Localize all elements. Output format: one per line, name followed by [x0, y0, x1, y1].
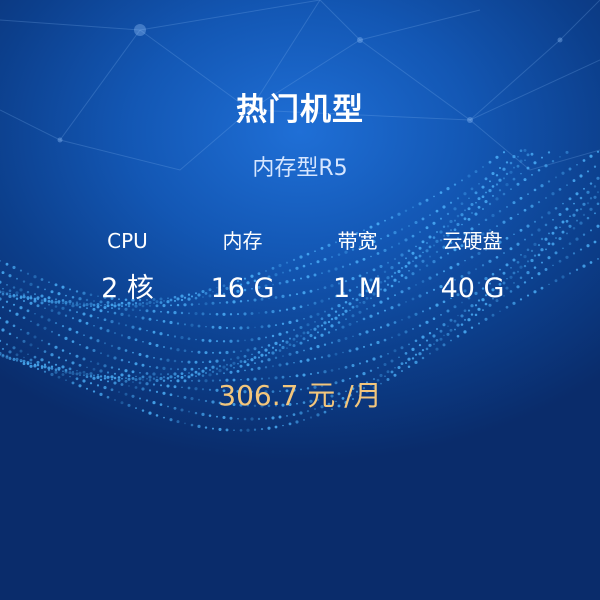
spec-value: 1 M: [332, 273, 383, 304]
price-text: 306.7 元 /月: [218, 379, 382, 412]
spec-label: CPU: [107, 229, 148, 253]
card-title: 热门机型: [236, 92, 364, 128]
spec-bandwidth: 带宽 1 M: [300, 226, 415, 316]
spec-value: 2 核: [101, 273, 154, 304]
spec-value: 40 G: [440, 273, 505, 304]
spec-cpu: CPU 2 核: [70, 226, 185, 316]
spec-label: 带宽: [337, 229, 378, 253]
spec-value: 16 G: [210, 273, 275, 304]
spec-cloud-disk: 云硬盘 40 G: [415, 226, 530, 316]
spec-grid: CPU 2 核 内存 16 G 带宽 1 M 云硬盘 40 G: [70, 226, 530, 316]
product-card[interactable]: 热门机型 内存型R5 CPU 2 核 内存 16 G 带宽 1 M 云硬盘 40…: [0, 0, 600, 600]
spec-label: 内存: [222, 229, 263, 253]
spec-label: 云硬盘: [442, 229, 503, 253]
spec-memory: 内存 16 G: [185, 226, 300, 316]
card-subtitle: 内存型R5: [252, 156, 348, 181]
